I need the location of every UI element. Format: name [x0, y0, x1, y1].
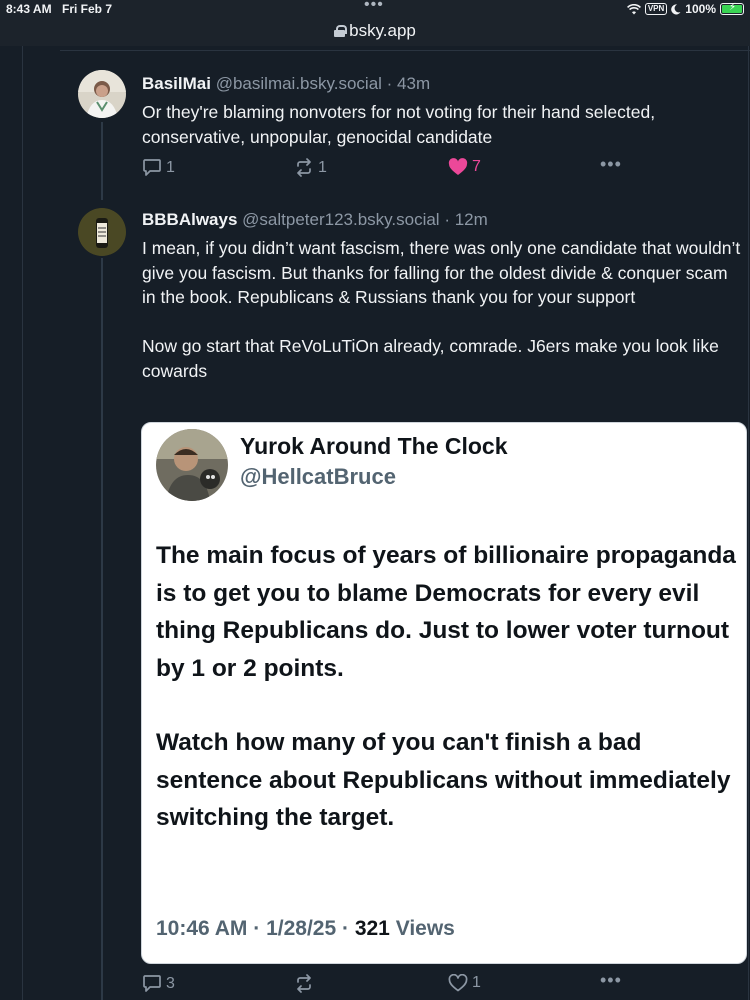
- more-options-button[interactable]: •••: [600, 970, 622, 991]
- post-text: I mean, if you didn’t want fascism, ther…: [142, 238, 741, 381]
- embed-meta: 10:46 AM · 1/28/25 · 321 Views: [156, 917, 455, 941]
- embed-display-name: Yurok Around The Clock: [240, 433, 508, 459]
- status-date: Fri Feb 7: [62, 2, 113, 16]
- post-header: BBBAlways @saltpeter123.bsky.social · 12…: [142, 210, 488, 230]
- repost-icon: [297, 158, 311, 177]
- more-icon: •••: [600, 154, 622, 174]
- lock-icon: [334, 25, 348, 37]
- display-name[interactable]: BasilMai: [142, 74, 211, 93]
- like-button[interactable]: 1: [448, 974, 481, 992]
- post-time[interactable]: · 43m: [387, 74, 430, 93]
- reply-icon: [143, 975, 161, 992]
- repost-icon: [297, 974, 311, 993]
- status-indicators: VPN 100% ⚡: [626, 2, 744, 16]
- more-options-button[interactable]: •••: [600, 154, 622, 175]
- moon-icon: [671, 3, 681, 14]
- battery-percent: 100%: [685, 2, 716, 16]
- handle[interactable]: @saltpeter123.bsky.social: [242, 210, 439, 229]
- thread-feed: BasilMai @basilmai.bsky.social · 43m Or …: [0, 46, 750, 1000]
- like-button[interactable]: 7: [448, 158, 481, 176]
- post-actions: 1 1 7 •••: [142, 154, 702, 182]
- battery-icon: ⚡: [720, 2, 744, 15]
- post-bbbalways[interactable]: BBBAlways @saltpeter123.bsky.social · 12…: [0, 200, 750, 1000]
- avatar[interactable]: [78, 70, 126, 118]
- post-actions: 3 1 •••: [142, 970, 702, 998]
- status-bar: 8:43 AM Fri Feb 7 ••• VPN 100% ⚡ bsky.ap…: [0, 0, 750, 46]
- post-basilmai[interactable]: BasilMai @basilmai.bsky.social · 43m Or …: [0, 46, 750, 196]
- vpn-badge: VPN: [644, 3, 668, 15]
- avatar[interactable]: [78, 208, 126, 256]
- embed-avatar: [156, 429, 228, 501]
- embed-paragraph: Watch how many of you can't finish a bad…: [156, 729, 731, 831]
- reply-count: 1: [166, 158, 175, 176]
- embed-body: The main focus of years of billionaire p…: [156, 537, 736, 837]
- post-text: Or they're blaming nonvoters for not vot…: [142, 102, 656, 147]
- more-tabs-icon[interactable]: •••: [364, 0, 384, 14]
- embed-timestamp: 10:46 AM · 1/28/25 ·: [156, 917, 355, 940]
- repost-count: 1: [318, 158, 327, 176]
- like-count: 7: [472, 158, 481, 175]
- wifi-icon: [626, 3, 641, 14]
- reply-icon: [143, 159, 161, 176]
- embed-views-count: 321: [354, 917, 390, 940]
- embed-paragraph: The main focus of years of billionaire p…: [156, 542, 736, 682]
- heart-filled-icon: [448, 158, 468, 175]
- embedded-image[interactable]: Yurok Around The Clock @HellcatBruce The…: [141, 422, 747, 964]
- repost-button[interactable]: [294, 974, 318, 993]
- embed-handle: @HellcatBruce: [240, 464, 396, 489]
- reply-button[interactable]: 3: [142, 974, 175, 993]
- status-time: 8:43 AM: [6, 2, 52, 16]
- reply-count: 3: [166, 974, 175, 992]
- display-name[interactable]: BBBAlways: [142, 210, 237, 229]
- more-icon: •••: [600, 970, 622, 990]
- like-count: 1: [472, 974, 481, 991]
- heart-icon: [448, 974, 468, 992]
- post-time[interactable]: · 12m: [444, 210, 487, 229]
- embed-views-label: Views: [389, 917, 455, 940]
- url-text: bsky.app: [349, 21, 416, 40]
- post-header: BasilMai @basilmai.bsky.social · 43m: [142, 74, 430, 94]
- handle[interactable]: @basilmai.bsky.social: [216, 74, 382, 93]
- address-bar[interactable]: bsky.app: [0, 18, 750, 44]
- reply-button[interactable]: 1: [142, 158, 175, 177]
- repost-button[interactable]: 1: [294, 158, 327, 177]
